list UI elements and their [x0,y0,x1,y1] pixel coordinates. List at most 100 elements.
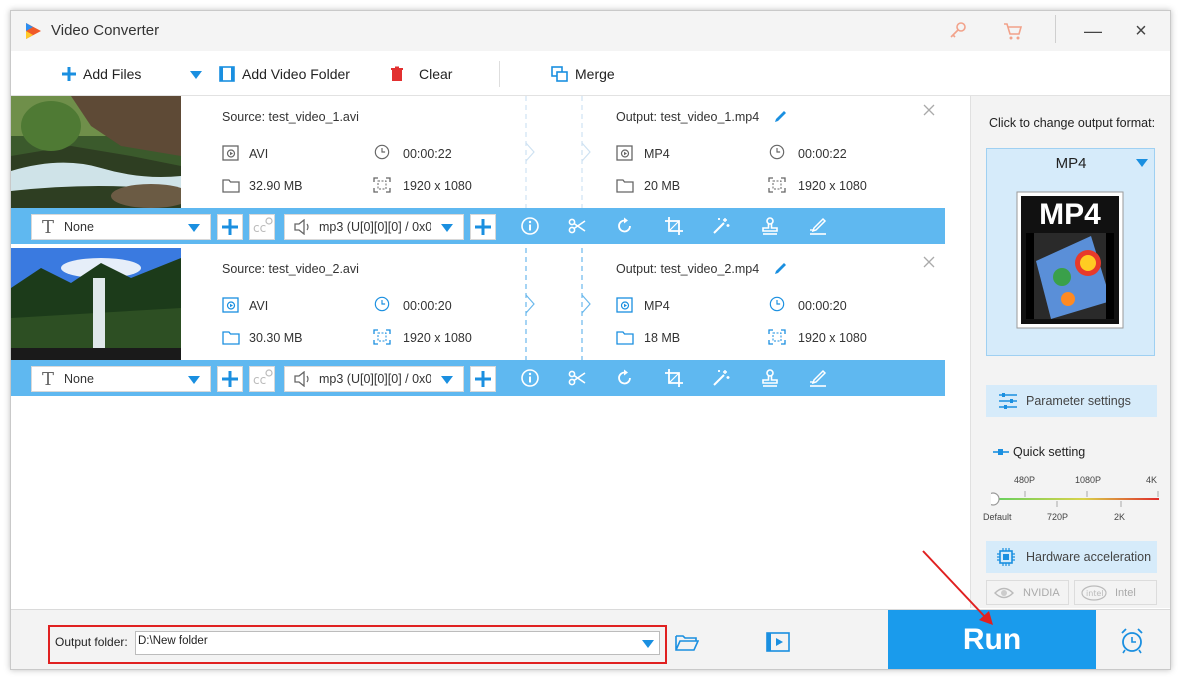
subtitle-edit-icon[interactable] [808,368,828,388]
list-item[interactable]: Source: test_video_2.avi AVI 00:00:20 30… [11,248,945,361]
audio-track-select[interactable]: mp3 (U[0][0][0] / 0x0( [284,366,464,392]
quick-setting-label: Quick setting [1013,445,1086,459]
key-icon[interactable] [948,21,968,41]
chevron-down-icon [188,376,200,384]
add-video-folder-button[interactable]: Add Video Folder [218,63,350,85]
hardware-acceleration-button[interactable]: Hardware acceleration [986,541,1157,573]
edit-pencil-icon[interactable] [773,260,789,276]
sliders-icon [999,393,1017,409]
output-filename: Output: test_video_2.mp4 [616,262,760,276]
output-folder-select[interactable]: D:\New folder [135,631,660,655]
clear-button[interactable]: Clear [389,63,452,85]
cart-icon[interactable] [1002,21,1024,41]
quality-label-2k: 2K [1114,512,1126,522]
app-logo-icon [26,23,41,39]
parameter-settings-button[interactable]: Parameter settings [986,385,1157,417]
conversion-arrow-icon [525,96,591,208]
quality-label-1080p: 1080P [1075,475,1102,485]
subtitle-value: None [64,220,94,234]
effects-wand-icon[interactable] [711,368,731,388]
subtitle-settings-button[interactable]: cc [249,366,275,392]
format-name: MP4 [1055,155,1087,172]
clock-icon [374,296,390,312]
text-icon: T [42,216,55,238]
plus-icon [475,219,491,235]
resolution-icon [768,177,786,193]
crop-icon[interactable] [664,368,684,388]
minimize-button[interactable]: — [1081,19,1105,43]
trash-icon [391,66,403,81]
scissors-icon[interactable] [567,368,587,388]
add-audio-button[interactable] [470,214,496,240]
source-format: AVI [249,147,269,161]
watermark-stamp-icon[interactable] [760,216,780,236]
video-thumbnail[interactable] [11,248,181,360]
video-thumbnail[interactable] [11,96,181,208]
app-window: Video Converter — × Add Files Add Video … [10,10,1171,670]
add-audio-button[interactable] [470,366,496,392]
add-video-folder-label: Add Video Folder [242,66,350,82]
chevron-down-icon [1136,159,1148,167]
output-format: MP4 [644,299,670,313]
rotate-icon[interactable] [615,368,635,388]
audio-track-select[interactable]: mp3 (U[0][0][0] / 0x0( [284,214,464,240]
open-folder-icon[interactable] [675,632,699,652]
add-subtitle-button[interactable] [217,366,243,392]
video-format-icon [616,145,633,161]
video-format-icon [616,297,633,313]
resolution-icon [373,177,391,193]
rotate-icon[interactable] [615,216,635,236]
output-resolution: 1920 x 1080 [798,179,867,193]
info-icon[interactable] [520,216,540,236]
subtitle-settings-button[interactable]: cc [249,214,275,240]
source-size: 30.30 MB [249,331,303,345]
resolution-icon [768,329,786,345]
subtitle-select[interactable]: T None [31,366,211,392]
info-icon[interactable] [520,368,540,388]
output-resolution: 1920 x 1080 [798,331,867,345]
subtitle-select[interactable]: T None [31,214,211,240]
output-video-icon[interactable] [766,631,790,653]
remove-item-icon[interactable] [923,104,935,116]
list-item[interactable]: Source: test_video_1.avi AVI 00:00:22 32… [11,96,945,209]
intel-option[interactable]: intel Intel [1074,580,1157,605]
add-files-dropdown-icon[interactable] [189,70,203,80]
output-size: 18 MB [644,331,681,345]
merge-button[interactable]: Merge [551,63,615,85]
remove-item-icon[interactable] [923,256,935,268]
plus-icon [222,219,238,235]
format-hint: Click to change output format: [989,116,1156,130]
alarm-clock-icon[interactable] [1120,628,1144,654]
output-format-panel: Click to change output format: MP4 MP4 P… [970,96,1170,608]
svg-text:cc: cc [253,221,266,235]
svg-text:cc: cc [253,373,266,387]
source-resolution: 1920 x 1080 [403,179,472,193]
folder-icon [222,331,240,345]
conversion-arrow-icon [525,248,591,360]
add-files-button[interactable]: Add Files [61,63,141,85]
crop-icon[interactable] [664,216,684,236]
chevron-down-icon [642,640,654,648]
speaker-icon [294,371,309,387]
text-icon: T [42,368,55,390]
quality-slider-thumb[interactable] [991,492,1000,506]
output-format: MP4 [644,147,670,161]
close-button[interactable]: × [1129,19,1153,43]
effects-wand-icon[interactable] [711,216,731,236]
plus-icon [222,371,238,387]
quality-slider[interactable] [991,489,1161,509]
clock-icon [374,144,390,160]
source-duration: 00:00:22 [403,147,452,161]
watermark-stamp-icon[interactable] [760,368,780,388]
video-format-icon [222,145,239,161]
merge-icon [551,66,568,82]
add-subtitle-button[interactable] [217,214,243,240]
subtitle-value: None [64,372,94,386]
output-format-selector[interactable]: MP4 MP4 [986,148,1155,356]
window-title: Video Converter [51,22,160,39]
scissors-icon[interactable] [567,216,587,236]
folder-icon [616,179,634,193]
edit-pencil-icon[interactable] [773,108,789,124]
source-format: AVI [249,299,269,313]
subtitle-edit-icon[interactable] [808,216,828,236]
